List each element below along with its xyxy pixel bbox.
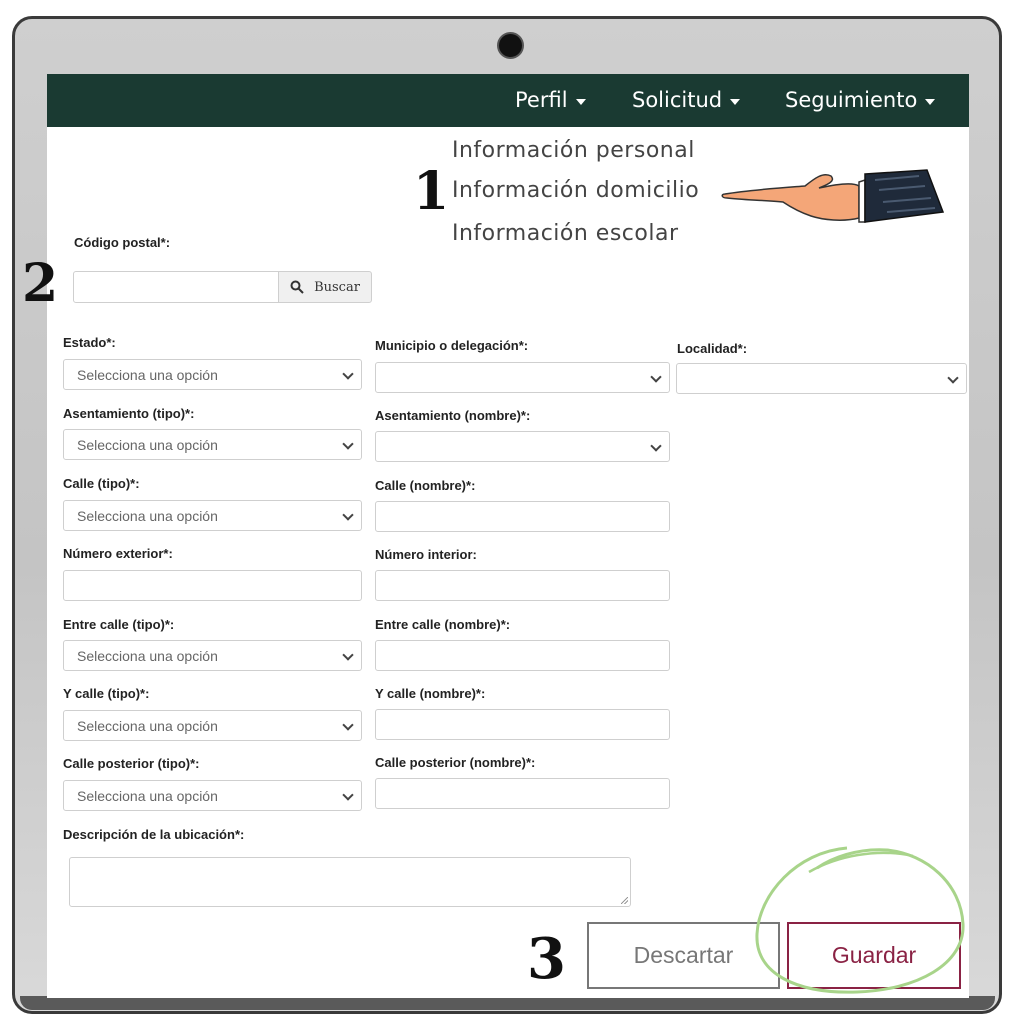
nav-solicitud[interactable]: Solicitud <box>632 88 741 112</box>
calle-tipo-label: Calle (tipo)*: <box>63 476 140 491</box>
y-calle-nombre-label: Y calle (nombre)*: <box>375 686 486 701</box>
estado-select[interactable]: Selecciona una opción <box>63 359 362 390</box>
camera-icon <box>497 32 524 59</box>
chevron-down-icon <box>650 440 662 452</box>
caret-down-icon <box>925 98 936 105</box>
calle-posterior-nombre-input[interactable] <box>375 778 670 809</box>
numero-exterior-label: Número exterior*: <box>63 546 173 561</box>
descripcion-textarea[interactable] <box>69 857 631 907</box>
chevron-down-icon <box>342 719 354 731</box>
calle-posterior-tipo-label: Calle posterior (tipo)*: <box>63 756 200 771</box>
tablet-bottom-edge <box>20 996 995 1010</box>
descripcion-label: Descripción de la ubicación*: <box>63 827 245 842</box>
step-number-3: 3 <box>527 926 566 992</box>
calle-posterior-nombre-label: Calle posterior (nombre)*: <box>375 755 536 770</box>
search-button[interactable]: Buscar <box>278 271 372 303</box>
calle-nombre-input[interactable] <box>375 501 670 532</box>
asentamiento-nombre-label: Asentamiento (nombre)*: <box>375 408 531 423</box>
calle-tipo-select[interactable]: Selecciona una opción <box>63 500 362 531</box>
chevron-down-icon <box>342 368 354 380</box>
asentamiento-tipo-label: Asentamiento (tipo)*: <box>63 406 195 421</box>
numero-interior-label: Número interior: <box>375 547 477 562</box>
highlight-circle-icon <box>755 846 965 994</box>
submenu-informacion-personal[interactable]: Información personal <box>452 138 695 163</box>
chevron-down-icon <box>342 649 354 661</box>
asentamiento-tipo-select[interactable]: Selecciona una opción <box>63 429 362 460</box>
step-number-1: 1 <box>413 161 450 222</box>
submenu-informacion-domicilio[interactable]: Información domicilio <box>452 178 699 203</box>
calle-nombre-label: Calle (nombre)*: <box>375 478 476 493</box>
resize-handle-icon[interactable] <box>621 897 628 904</box>
chevron-down-icon <box>342 509 354 521</box>
navbar: Perfil Solicitud Seguimiento <box>47 74 969 127</box>
entre-calle-nombre-label: Entre calle (nombre)*: <box>375 617 511 632</box>
calle-posterior-tipo-select[interactable]: Selecciona una opción <box>63 780 362 811</box>
screen: Perfil Solicitud Seguimiento Información… <box>47 74 969 998</box>
asentamiento-nombre-select[interactable] <box>375 431 670 462</box>
caret-down-icon <box>730 98 741 105</box>
estado-label: Estado*: <box>63 335 116 350</box>
entre-calle-tipo-label: Entre calle (tipo)*: <box>63 617 175 632</box>
numero-exterior-input[interactable] <box>63 570 362 601</box>
chevron-down-icon <box>342 789 354 801</box>
localidad-label: Localidad*: <box>677 341 748 356</box>
postal-code-label: Código postal*: <box>74 235 171 250</box>
y-calle-tipo-label: Y calle (tipo)*: <box>63 686 150 701</box>
search-icon <box>290 280 304 294</box>
caret-down-icon <box>575 98 586 105</box>
postal-code-input[interactable] <box>73 271 279 303</box>
step-number-2: 2 <box>22 253 59 314</box>
municipio-label: Municipio o delegación*: <box>375 338 529 353</box>
entre-calle-nombre-input[interactable] <box>375 640 670 671</box>
y-calle-nombre-input[interactable] <box>375 709 670 740</box>
entre-calle-tipo-select[interactable]: Selecciona una opción <box>63 640 362 671</box>
nav-seguimiento[interactable]: Seguimiento <box>785 88 936 112</box>
localidad-select[interactable] <box>676 363 967 394</box>
chevron-down-icon <box>947 372 959 384</box>
municipio-select[interactable] <box>375 362 670 393</box>
submenu-informacion-escolar[interactable]: Información escolar <box>452 221 679 246</box>
nav-perfil[interactable]: Perfil <box>515 88 586 112</box>
numero-interior-input[interactable] <box>375 570 670 601</box>
chevron-down-icon <box>342 438 354 450</box>
pointing-hand-icon <box>721 169 945 223</box>
y-calle-tipo-select[interactable]: Selecciona una opción <box>63 710 362 741</box>
chevron-down-icon <box>650 371 662 383</box>
